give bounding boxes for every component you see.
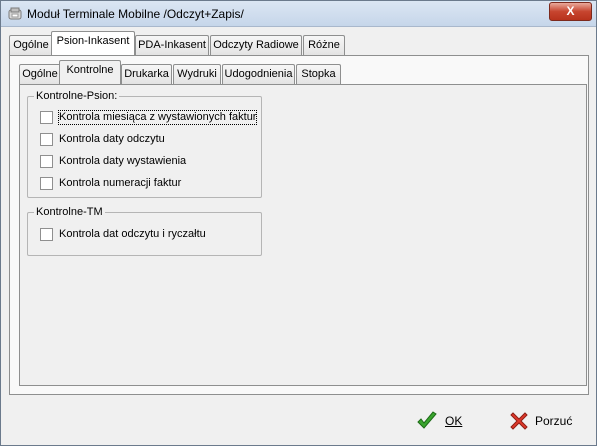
tab-psion-inkasent[interactable]: Psion-Inkasent (51, 31, 135, 55)
checkmark-icon (417, 411, 437, 429)
group-kontrolne-tm: Kontrolne-TM Kontrola dat odczytu i rycz… (27, 206, 262, 256)
cancel-button-label: Porzuć (535, 414, 573, 428)
title-bar[interactable]: Moduł Terminale Mobilne /Odczyt+Zapis/ X (1, 1, 596, 27)
checkbox-box[interactable] (40, 155, 53, 168)
ok-button[interactable]: OK (415, 409, 475, 435)
tab-inner-wydruki[interactable]: Wydruki (173, 64, 221, 84)
app-icon (8, 7, 22, 20)
tab-inner-kontrolne[interactable]: Kontrolne (59, 60, 121, 84)
cross-icon (510, 412, 528, 430)
tab-inner-stopka[interactable]: Stopka (296, 64, 341, 84)
checkbox-label: Kontrola numeracji faktur (59, 177, 182, 189)
tab-pda-inkasent[interactable]: PDA-Inkasent (135, 35, 209, 55)
ok-button-label: OK (445, 414, 463, 428)
close-button[interactable]: X (549, 2, 592, 21)
tab-inner-udogodnienia[interactable]: Udogodnienia (222, 64, 295, 84)
window-title: Moduł Terminale Mobilne /Odczyt+Zapis/ (27, 7, 244, 21)
checkbox-label: Kontrola daty odczytu (59, 133, 165, 145)
checkbox-box[interactable] (40, 111, 53, 124)
tab-odczyty-radiowe[interactable]: Odczyty Radiowe (210, 35, 302, 55)
checkbox-box[interactable] (40, 133, 53, 146)
tab-ogolne[interactable]: Ogólne (9, 35, 53, 55)
checkbox-label: Kontrola dat odczytu i ryczałtu (59, 228, 206, 240)
group-legend-psion: Kontrolne-Psion: (34, 90, 120, 102)
checkbox-label: Kontrola daty wystawienia (59, 155, 187, 167)
tab-inner-drukarka[interactable]: Drukarka (121, 64, 172, 84)
group-legend-tm: Kontrolne-TM (34, 206, 105, 218)
group-kontrolne-psion: Kontrolne-Psion: Kontrola miesiąca z wys… (27, 90, 262, 198)
checkbox-box[interactable] (40, 228, 53, 241)
tab-inner-ogolne[interactable]: Ogólne (19, 64, 61, 84)
tab-rozne[interactable]: Różne (303, 35, 345, 55)
cancel-button[interactable]: Porzuć (507, 409, 587, 435)
checkbox-box[interactable] (40, 177, 53, 190)
checkbox-label: Kontrola miesiąca z wystawionych faktur (57, 110, 258, 125)
dialog-window: Moduł Terminale Mobilne /Odczyt+Zapis/ X… (0, 0, 597, 446)
